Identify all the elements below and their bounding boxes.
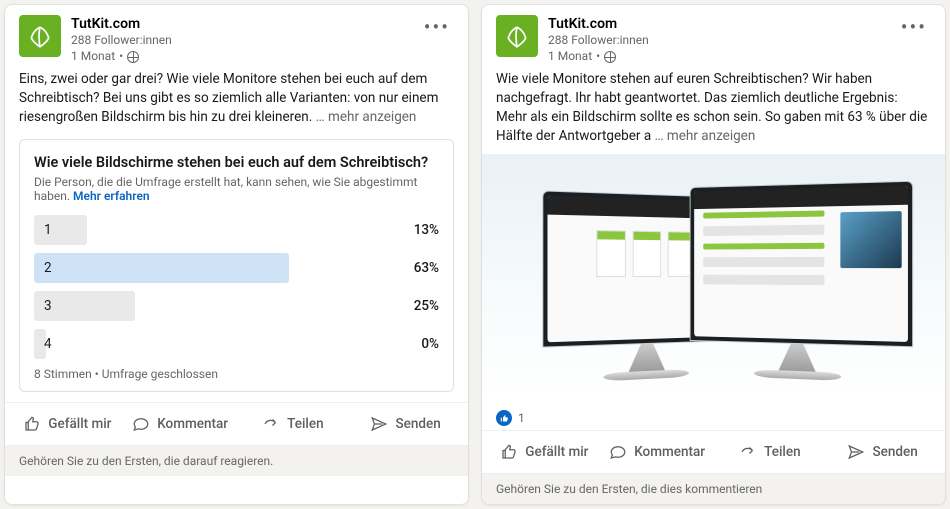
reaction-prompt: Gehören Sie zu den Ersten, die darauf re… bbox=[5, 445, 468, 476]
comment-button[interactable]: Kommentar bbox=[124, 405, 237, 443]
comment-label: Kommentar bbox=[634, 444, 705, 460]
thumbs-up-icon bbox=[500, 443, 518, 461]
comment-label: Kommentar bbox=[157, 416, 228, 432]
share-button[interactable]: Teilen bbox=[714, 433, 827, 471]
poll-title: Wie viele Bildschirme stehen bei euch au… bbox=[34, 154, 439, 171]
poll-footer: 8 Stimmen • Umfrage geschlossen bbox=[34, 367, 439, 381]
brand-icon bbox=[504, 23, 530, 49]
age-text: 1 Monat bbox=[548, 49, 592, 65]
poll-widget: Wie viele Bildschirme stehen bei euch au… bbox=[19, 139, 454, 392]
poll-option[interactable]: 4 0% bbox=[34, 329, 439, 359]
poll-subtitle: Die Person, die die Umfrage erstellt hat… bbox=[34, 175, 439, 203]
share-label: Teilen bbox=[764, 444, 800, 460]
poll-option-label: 3 bbox=[34, 298, 52, 314]
like-reaction-icon bbox=[496, 410, 512, 426]
monitor-illustration bbox=[690, 181, 914, 348]
thumbs-up-icon bbox=[23, 415, 41, 433]
author-name[interactable]: TutKit.com bbox=[548, 15, 887, 33]
post-actions: Gefällt mir Kommentar Teilen Senden bbox=[5, 402, 468, 445]
post-image[interactable] bbox=[482, 154, 945, 402]
like-button[interactable]: Gefällt mir bbox=[11, 405, 124, 443]
poll-option[interactable]: 2 63% bbox=[34, 253, 439, 283]
poll-option[interactable]: 1 13% bbox=[34, 215, 439, 245]
poll-learn-more-link[interactable]: Mehr erfahren bbox=[73, 189, 150, 203]
send-label: Senden bbox=[872, 444, 917, 460]
like-label: Gefällt mir bbox=[525, 444, 588, 460]
poll-option-label: 2 bbox=[34, 260, 52, 276]
brand-icon bbox=[27, 23, 53, 49]
comment-icon bbox=[609, 443, 627, 461]
reaction-prompt: Gehören Sie zu den Ersten, die dies komm… bbox=[482, 473, 945, 504]
author-name[interactable]: TutKit.com bbox=[71, 15, 410, 33]
poll-option-pct: 63% bbox=[414, 260, 439, 276]
comment-icon bbox=[132, 415, 150, 433]
send-label: Senden bbox=[395, 416, 440, 432]
author-block: TutKit.com 288 Follower:innen 1 Monat • bbox=[548, 15, 887, 64]
poll-option-pct: 25% bbox=[414, 298, 439, 314]
poll-option-label: 1 bbox=[34, 222, 52, 238]
globe-icon bbox=[127, 51, 139, 63]
like-button[interactable]: Gefällt mir bbox=[488, 433, 601, 471]
dot-separator: • bbox=[119, 49, 123, 65]
poll-bar bbox=[34, 253, 289, 283]
post-card: TutKit.com 288 Follower:innen 1 Monat • … bbox=[4, 4, 469, 505]
post-age: 1 Monat • bbox=[548, 49, 887, 65]
avatar[interactable] bbox=[496, 15, 538, 57]
follower-count: 288 Follower:innen bbox=[71, 33, 410, 49]
send-button[interactable]: Senden bbox=[826, 433, 939, 471]
poll-option-pct: 13% bbox=[414, 222, 439, 238]
poll-option[interactable]: 3 25% bbox=[34, 291, 439, 321]
reaction-count: 1 bbox=[518, 411, 525, 425]
post-header: TutKit.com 288 Follower:innen 1 Monat • … bbox=[482, 5, 945, 70]
post-card: TutKit.com 288 Follower:innen 1 Monat • … bbox=[481, 4, 946, 505]
share-label: Teilen bbox=[287, 416, 323, 432]
share-button[interactable]: Teilen bbox=[237, 405, 350, 443]
post-header: TutKit.com 288 Follower:innen 1 Monat • … bbox=[5, 5, 468, 70]
more-options-button[interactable]: ••• bbox=[420, 15, 454, 39]
send-button[interactable]: Senden bbox=[349, 405, 462, 443]
follower-count: 288 Follower:innen bbox=[548, 33, 887, 49]
age-text: 1 Monat bbox=[71, 49, 115, 65]
author-block: TutKit.com 288 Follower:innen 1 Monat • bbox=[71, 15, 410, 64]
send-icon bbox=[847, 443, 865, 461]
more-options-button[interactable]: ••• bbox=[897, 15, 931, 39]
share-icon bbox=[739, 443, 757, 461]
reaction-summary[interactable]: 1 bbox=[482, 406, 945, 430]
send-icon bbox=[370, 415, 388, 433]
globe-icon bbox=[604, 51, 616, 63]
post-body: Eins, zwei oder gar drei? Wie viele Moni… bbox=[5, 70, 468, 135]
see-more-link[interactable]: … mehr anzeigen bbox=[316, 109, 417, 125]
like-label: Gefällt mir bbox=[48, 416, 111, 432]
see-more-link[interactable]: … mehr anzeigen bbox=[655, 128, 756, 144]
share-icon bbox=[262, 415, 280, 433]
comment-button[interactable]: Kommentar bbox=[601, 433, 714, 471]
dot-separator: • bbox=[596, 49, 600, 65]
poll-option-label: 4 bbox=[34, 336, 52, 352]
post-age: 1 Monat • bbox=[71, 49, 410, 65]
post-actions: Gefällt mir Kommentar Teilen Senden bbox=[482, 430, 945, 473]
poll-option-pct: 0% bbox=[421, 336, 439, 352]
avatar[interactable] bbox=[19, 15, 61, 57]
post-body: Wie viele Monitore stehen auf euren Schr… bbox=[482, 70, 945, 154]
